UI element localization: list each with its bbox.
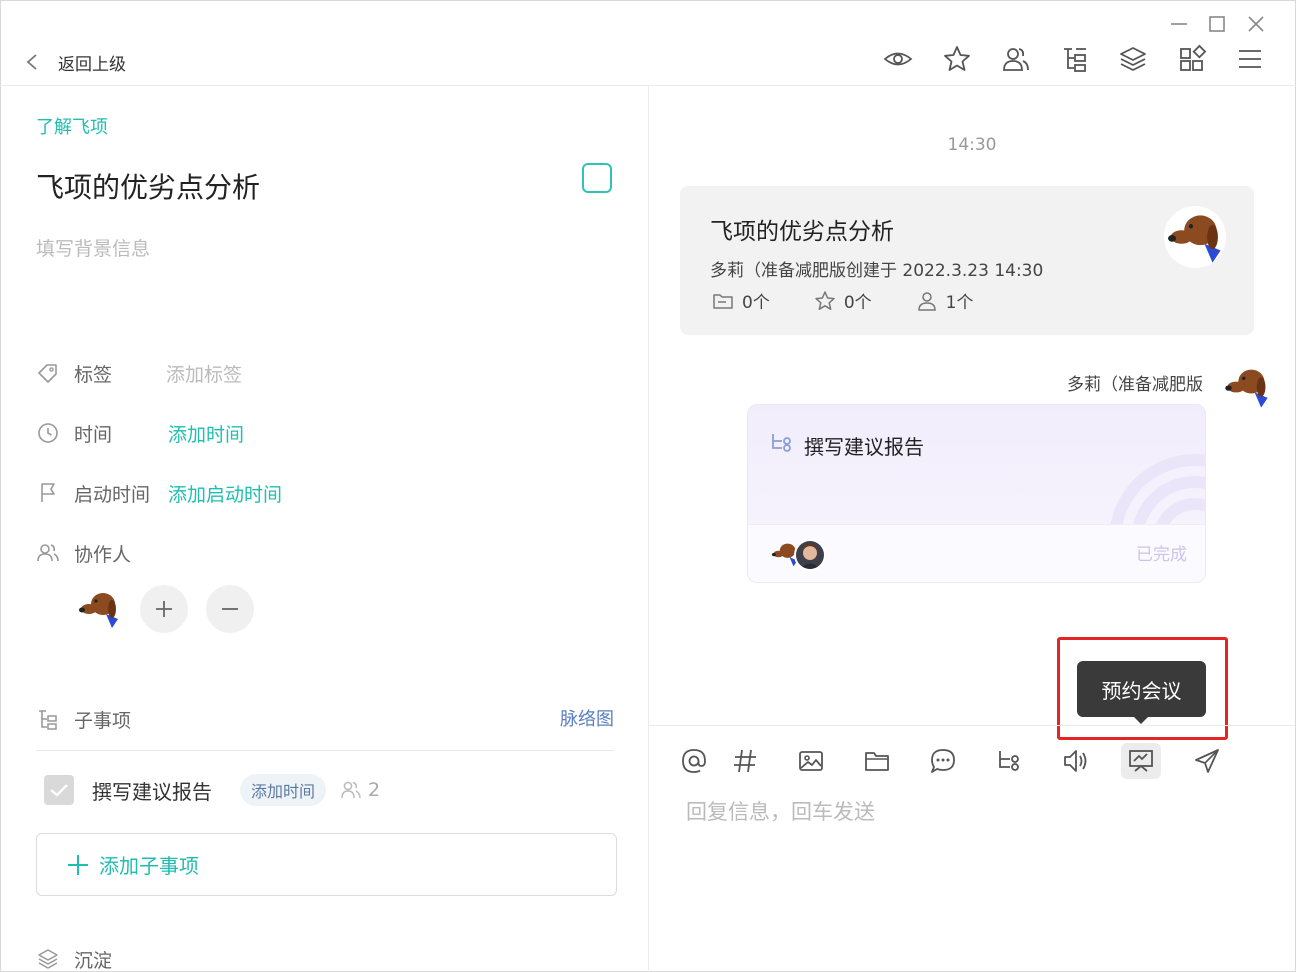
subtask-card-title: 撰写建议报告 <box>804 435 924 459</box>
layers-icon[interactable] <box>1118 44 1148 74</box>
task-complete-checkbox[interactable] <box>582 163 612 193</box>
subtask-icon <box>770 431 794 455</box>
chat-timestamp: 14:30 <box>947 135 997 155</box>
subtask-member-count: 2 <box>368 779 381 801</box>
card-folders-count: 0个 <box>742 293 770 313</box>
task-title[interactable]: 飞项的优劣点分析 <box>36 166 260 206</box>
card-stats: 0个 0个 1个 <box>712 288 1017 313</box>
subtask-card-footer: 已完成 <box>748 524 1205 582</box>
subtasks-divider <box>36 750 614 751</box>
tag-icon <box>36 361 60 385</box>
subtask-checkbox[interactable] <box>44 775 74 805</box>
list-item[interactable]: 撰写建议报告 添加时间 2 <box>44 772 380 808</box>
subtask-tree-icon[interactable] <box>1060 44 1090 74</box>
folder-icon[interactable] <box>860 744 894 778</box>
layers-icon <box>36 947 60 971</box>
card-members-count: 1个 <box>945 293 974 313</box>
tag-row: 标签 添加标签 <box>36 358 242 388</box>
tag-label: 标签 <box>74 363 113 386</box>
collaborators-label: 协作人 <box>74 543 132 566</box>
maximize-icon[interactable] <box>1205 12 1229 36</box>
eye-icon[interactable] <box>883 44 913 74</box>
speaker-icon[interactable] <box>1058 744 1092 778</box>
task-card[interactable]: 飞项的优劣点分析 多莉（准备减肥版创建于 2022.3.23 14:30 0个 … <box>680 186 1254 335</box>
card-members-stat: 1个 <box>916 288 974 313</box>
subtask-icon[interactable] <box>992 744 1026 778</box>
add-subtask-label: 添加子事项 <box>99 854 199 878</box>
panel-divider <box>648 86 649 972</box>
subtasks-header: 子事项 脉络图 <box>36 704 614 734</box>
star-icon <box>814 290 836 312</box>
menu-icon[interactable] <box>1235 44 1265 74</box>
remove-collaborator-button[interactable] <box>206 585 254 633</box>
meeting-icon[interactable] <box>1121 743 1161 779</box>
add-subtask-button[interactable]: 添加子事项 <box>36 833 617 896</box>
clock-icon <box>36 421 60 445</box>
subtask-members[interactable]: 2 <box>340 779 380 801</box>
avatar[interactable] <box>76 586 122 632</box>
start-time-row: 启动时间 添加启动时间 <box>36 478 282 508</box>
subtask-name: 撰写建议报告 <box>92 779 212 804</box>
subtask-message-card[interactable]: 撰写建议报告 已完成 <box>747 404 1206 583</box>
time-row: 时间 添加时间 <box>36 418 244 448</box>
members-icon[interactable] <box>1001 44 1031 74</box>
close-icon[interactable] <box>1244 12 1268 36</box>
avatar[interactable] <box>1222 362 1272 412</box>
subtasks-label: 子事项 <box>74 709 132 732</box>
chevron-left-icon <box>24 52 40 72</box>
add-time-button[interactable]: 添加时间 <box>168 420 244 447</box>
apps-grid-icon[interactable] <box>1177 44 1207 74</box>
person-icon <box>916 290 938 312</box>
people-icon <box>340 779 362 801</box>
folder-icon <box>712 291 734 311</box>
subtask-status: 已完成 <box>1136 545 1187 565</box>
time-label: 时间 <box>74 423 113 446</box>
start-time-label: 启动时间 <box>74 483 151 506</box>
back-label: 返回上级 <box>58 54 126 75</box>
background-input[interactable]: 填写背景信息 <box>36 234 150 261</box>
add-start-time-button[interactable]: 添加启动时间 <box>168 480 282 507</box>
subtask-add-time-chip[interactable]: 添加时间 <box>240 774 327 806</box>
minimize-icon[interactable] <box>1167 12 1191 36</box>
settle-row[interactable]: 沉淀 <box>36 944 112 972</box>
input-divider <box>649 725 1295 726</box>
flag-icon <box>36 481 60 505</box>
add-tag-button[interactable]: 添加标签 <box>166 360 242 387</box>
plus-icon <box>67 854 89 876</box>
avatar <box>794 539 826 571</box>
send-icon[interactable] <box>1190 744 1224 778</box>
image-icon[interactable] <box>794 744 828 778</box>
card-meta: 多莉（准备减肥版创建于 2022.3.23 14:30 <box>710 261 1044 281</box>
chat-bubble-icon[interactable] <box>926 744 960 778</box>
card-stars-stat: 0个 <box>814 288 872 313</box>
at-icon[interactable] <box>677 744 711 778</box>
back-button[interactable]: 返回上级 <box>24 49 126 75</box>
hashtag-icon[interactable] <box>728 744 762 778</box>
card-title: 飞项的优劣点分析 <box>710 219 894 245</box>
collaborators-row: 协作人 <box>36 538 168 568</box>
subtask-tree-icon <box>36 707 60 731</box>
message-sender: 多莉（准备减肥版 <box>1067 375 1203 395</box>
card-folders-stat: 0个 <box>712 288 770 313</box>
star-icon[interactable] <box>942 44 972 74</box>
add-collaborator-button[interactable] <box>140 585 188 633</box>
card-stars-count: 0个 <box>843 293 872 313</box>
reply-input[interactable]: 回复信息，回车发送 <box>686 796 875 826</box>
mind-map-link[interactable]: 脉络图 <box>560 705 614 731</box>
people-icon <box>36 541 60 565</box>
settle-label: 沉淀 <box>74 949 113 972</box>
avatar <box>1164 206 1226 268</box>
